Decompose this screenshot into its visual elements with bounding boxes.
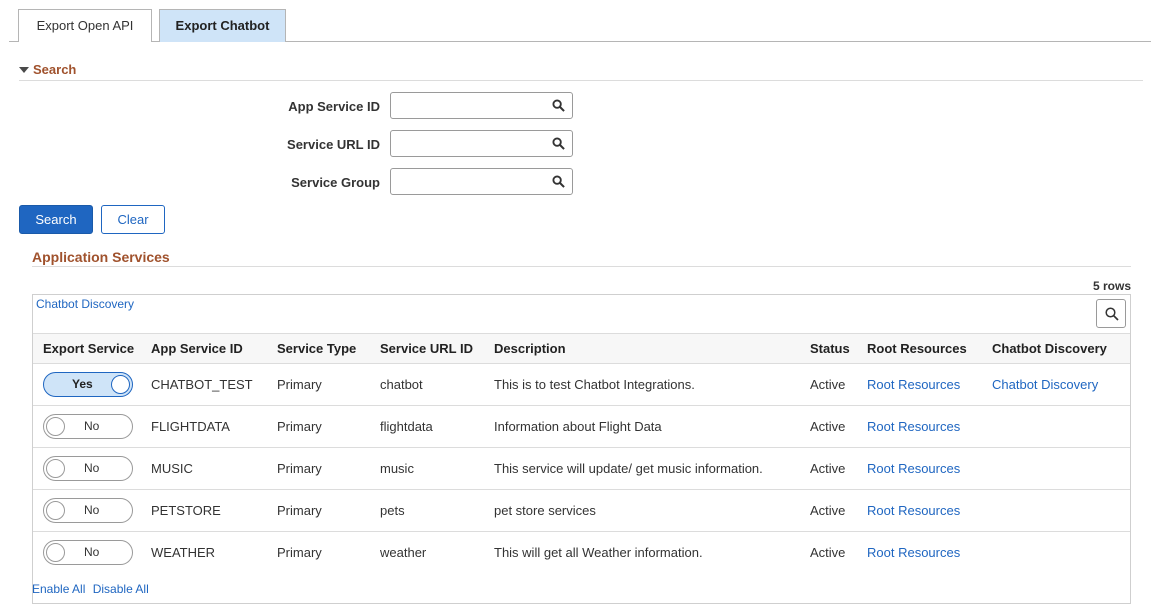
clear-button[interactable]: Clear (101, 205, 165, 234)
grid-search-button[interactable] (1096, 299, 1126, 328)
status-cell: Active (810, 447, 867, 490)
app-service-id-cell: CHATBOT_TEST (151, 363, 277, 406)
column-header: App Service ID (151, 333, 277, 364)
column-header: Status (810, 333, 867, 364)
service-type-cell: Primary (277, 405, 380, 448)
root-resources-link[interactable]: Root Resources (867, 503, 960, 518)
search-icon (1105, 307, 1119, 321)
chatbot-discovery-row-link[interactable]: Chatbot Discovery (992, 377, 1098, 392)
footer-links: Enable All Disable All (32, 582, 153, 596)
service-url-id-cell: weather (380, 545, 427, 561)
search-section-title: Search (33, 62, 77, 77)
tab-export-chatbot[interactable]: Export Chatbot (159, 9, 286, 42)
description-cell: This service will update/ get music info… (494, 447, 810, 490)
search-button[interactable]: Search (19, 205, 93, 234)
service-url-id-cell: music (380, 447, 494, 490)
service-url-id-cell: pets (380, 489, 494, 532)
search-icon[interactable] (552, 175, 565, 188)
export-service-toggle[interactable]: No (43, 414, 133, 439)
table-row: Yes CHATBOT_TEST Primary chatbot This is… (33, 363, 1130, 406)
export-service-toggle[interactable]: No (43, 456, 133, 481)
service-url-id-cell: chatbot (380, 363, 494, 406)
toggle-label: No (84, 419, 100, 433)
table-row: No MUSIC Primary music This service will… (33, 447, 1130, 490)
root-resources-link[interactable]: Root Resources (867, 377, 960, 392)
service-type-cell: Primary (277, 545, 322, 561)
description-cell: pet store services (494, 489, 810, 532)
status-cell: Active (810, 545, 846, 561)
services-table: Export Service App Service ID Service Ty… (33, 333, 1130, 574)
toggle-knob (111, 375, 130, 394)
service-type-cell: Primary (277, 489, 380, 532)
service-url-id-input[interactable] (396, 131, 546, 156)
root-resources-link[interactable]: Root Resources (867, 419, 960, 434)
toggle-label: No (84, 545, 100, 560)
app-service-id-input[interactable] (396, 93, 546, 118)
status-cell: Active (810, 489, 867, 532)
enable-all-link[interactable]: Enable All (32, 582, 85, 596)
toggle-knob (46, 417, 65, 436)
service-url-id-cell: flightdata (380, 405, 494, 448)
column-header: Description (494, 333, 810, 364)
table-row: No WEATHER Primary weather This will get… (33, 532, 1130, 574)
toggle-knob (46, 459, 65, 478)
app-service-id-label: App Service ID (288, 99, 380, 114)
export-service-toggle[interactable]: Yes (43, 372, 133, 397)
toggle-knob (46, 501, 65, 520)
column-header: Export Service (33, 333, 151, 364)
application-services-title: Application Services (32, 249, 1131, 267)
app-service-id-cell: WEATHER (151, 545, 216, 561)
description-cell: This will get all Weather information. (494, 545, 703, 561)
column-header: Chatbot Discovery (992, 333, 1130, 364)
toggle-label: No (84, 461, 100, 475)
toggle-label: No (84, 503, 100, 517)
app-service-id-field (390, 92, 573, 119)
table-row: No PETSTORE Primary pets pet store servi… (33, 489, 1130, 532)
service-type-cell: Primary (277, 363, 380, 406)
service-group-input[interactable] (396, 169, 546, 194)
column-header: Service Type (277, 333, 380, 364)
service-url-id-label: Service URL ID (287, 137, 380, 152)
rows-count: 5 rows (1092, 279, 1131, 293)
tab-bar: Export Open API Export Chatbot (9, 9, 1151, 42)
service-group-field (390, 168, 573, 195)
export-service-toggle[interactable]: No (43, 498, 133, 523)
export-service-toggle[interactable]: No (43, 540, 133, 566)
toggle-knob (46, 543, 65, 563)
table-header-row: Export Service App Service ID Service Ty… (33, 333, 1130, 364)
search-icon[interactable] (552, 137, 565, 150)
app-service-id-cell: PETSTORE (151, 489, 277, 532)
status-cell: Active (810, 405, 867, 448)
root-resources-link[interactable]: Root Resources (867, 545, 960, 560)
disable-all-link[interactable]: Disable All (93, 582, 149, 596)
chatbot-discovery-cell (992, 405, 1130, 448)
chatbot-discovery-cell (992, 489, 1130, 532)
service-group-label: Service Group (291, 175, 380, 190)
root-resources-link[interactable]: Root Resources (867, 461, 960, 476)
search-icon[interactable] (552, 99, 565, 112)
tab-export-open-api[interactable]: Export Open API (18, 9, 152, 42)
column-header: Service URL ID (380, 333, 494, 364)
chatbot-discovery-cell (992, 447, 1130, 490)
description-cell: Information about Flight Data (494, 405, 810, 448)
service-url-id-field (390, 130, 573, 157)
column-header: Root Resources (867, 333, 992, 364)
description-cell: This is to test Chatbot Integrations. (494, 363, 810, 406)
chatbot-discovery-cell (992, 532, 1130, 574)
service-type-cell: Primary (277, 447, 380, 490)
status-cell: Active (810, 363, 867, 406)
application-services-grid: Chatbot Discovery Export Service App Ser… (32, 294, 1131, 604)
app-service-id-cell: MUSIC (151, 447, 277, 490)
chatbot-discovery-link[interactable]: Chatbot Discovery (36, 297, 134, 311)
collapse-caret-icon (19, 67, 29, 73)
search-section-header[interactable]: Search (19, 62, 1143, 81)
toggle-label: Yes (72, 377, 93, 391)
table-row: No FLIGHTDATA Primary flightdata Informa… (33, 405, 1130, 448)
app-service-id-cell: FLIGHTDATA (151, 405, 277, 448)
